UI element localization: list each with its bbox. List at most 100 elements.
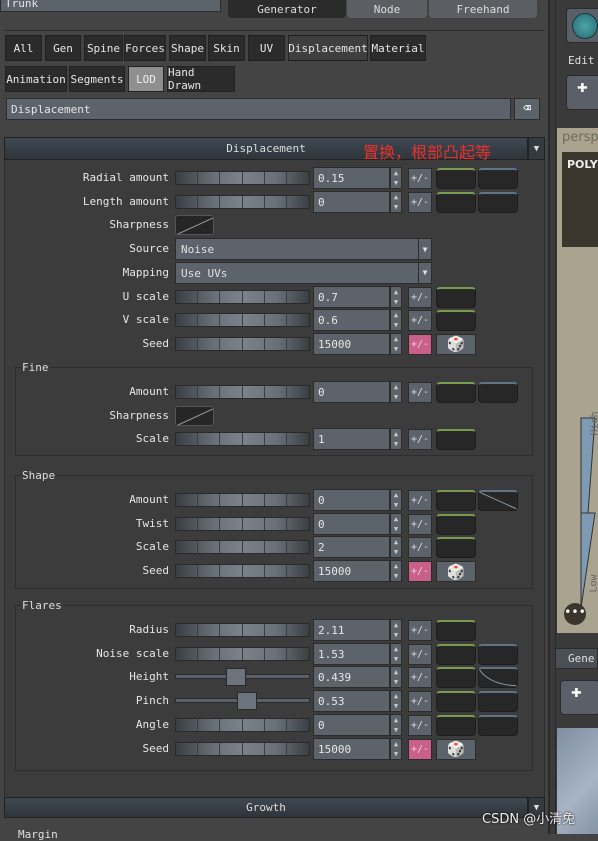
filter-tab-all[interactable]: All	[5, 35, 42, 61]
mode-tab-freehand[interactable]: Freehand	[429, 0, 537, 18]
value-input[interactable]: 0.53	[313, 690, 390, 713]
plus-minus-button[interactable]: +/-	[408, 191, 432, 213]
value-input[interactable]: 0	[313, 381, 390, 403]
section-header-displacement[interactable]: Displacement 置换，根部凸起等	[4, 137, 528, 162]
value-input[interactable]: 0	[313, 489, 390, 511]
value-input[interactable]: 15000	[313, 737, 390, 760]
mapping-dropdown[interactable]: Use UVs ▼	[175, 261, 432, 284]
value-slider[interactable]	[175, 717, 310, 732]
mode-tab-generator[interactable]: Generator	[228, 0, 346, 18]
value-slider[interactable]	[175, 171, 310, 185]
profile-curve-button[interactable]	[478, 490, 518, 511]
value-input[interactable]: 2.11	[313, 619, 390, 641]
value-input[interactable]: 0	[313, 713, 390, 736]
plus-minus-button[interactable]: +/-	[408, 333, 432, 355]
profile-curve-button[interactable]	[478, 714, 518, 736]
variation-curve-button[interactable]	[436, 513, 476, 535]
value-slider[interactable]	[175, 336, 310, 351]
spinner-arrows-icon[interactable]: ▲ ▼	[390, 167, 402, 189]
collapse-arrow-icon[interactable]: ▼	[528, 137, 545, 160]
plus-minus-button[interactable]: +/-	[408, 429, 432, 451]
filter-tab-segments[interactable]: Segments	[69, 66, 125, 92]
slider-thumb[interactable]	[236, 692, 257, 711]
profile-curve-button[interactable]	[478, 191, 518, 213]
variation-curve-button[interactable]	[436, 643, 476, 665]
source-dropdown[interactable]: Noise ▼	[175, 238, 432, 261]
add-branch-button[interactable]: ✚	[566, 75, 598, 110]
chevron-down-icon[interactable]: ▼	[418, 239, 431, 260]
filter-tab-forces[interactable]: Forces	[124, 35, 166, 61]
mode-tab-node[interactable]: Node	[347, 0, 427, 18]
spinner-arrows-icon[interactable]: ▲ ▼	[390, 489, 402, 511]
object-name-field[interactable]: Trunk	[0, 0, 221, 12]
chevron-down-icon[interactable]: ▼	[418, 262, 431, 283]
variation-curve-button[interactable]	[436, 667, 476, 689]
spinner-arrows-icon[interactable]: ▲ ▼	[390, 285, 402, 308]
plus-minus-button[interactable]: +/-	[408, 691, 432, 713]
spinner-arrows-icon[interactable]: ▲ ▼	[390, 428, 402, 451]
value-input[interactable]: 0.15	[313, 167, 390, 189]
spinner-arrows-icon[interactable]: ▲ ▼	[390, 309, 402, 332]
filter-tab-gen[interactable]: Gen	[45, 35, 81, 61]
value-input[interactable]: 0.6	[313, 309, 390, 332]
filter-tab-shape[interactable]: Shape	[169, 35, 206, 61]
globe-button[interactable]	[566, 8, 598, 43]
variation-curve-button[interactable]	[436, 691, 476, 713]
profile-curve-button[interactable]	[478, 168, 518, 189]
value-slider[interactable]	[175, 692, 310, 711]
value-slider[interactable]	[175, 432, 310, 447]
spinner-arrows-icon[interactable]: ▲ ▼	[390, 381, 402, 403]
section-header-growth[interactable]: Growth	[4, 797, 528, 818]
filter-tab-animation[interactable]: Animation	[5, 66, 67, 92]
value-input[interactable]: 1.53	[313, 642, 390, 665]
value-input[interactable]: 1	[313, 428, 390, 451]
variation-curve-button[interactable]	[436, 714, 476, 736]
value-slider[interactable]	[175, 385, 310, 399]
filter-tab-skin[interactable]: Skin	[208, 35, 245, 61]
variation-curve-button[interactable]	[436, 286, 476, 308]
randomize-seed-button[interactable]: 🎲	[436, 333, 476, 355]
plus-minus-button[interactable]: +/-	[408, 714, 432, 736]
gen-tab[interactable]: Gene	[555, 648, 598, 669]
value-slider[interactable]	[175, 623, 310, 637]
plus-minus-button[interactable]: +/-	[408, 310, 432, 332]
value-slider[interactable]	[175, 741, 310, 756]
variation-curve-button[interactable]	[436, 310, 476, 332]
value-slider[interactable]	[175, 646, 310, 661]
search-input[interactable]: Displacement	[6, 98, 511, 120]
plus-minus-button[interactable]: +/-	[408, 561, 432, 583]
filter-tab-spine[interactable]: Spine	[84, 35, 123, 61]
variation-curve-button[interactable]	[436, 429, 476, 451]
value-slider[interactable]	[175, 516, 310, 531]
sharpness-curve-swatch[interactable]	[175, 405, 214, 426]
filter-tab-hand-drawn[interactable]: Hand Drawn	[167, 66, 235, 92]
profile-curve-button[interactable]	[478, 382, 518, 403]
plus-minus-button[interactable]: +/-	[408, 537, 432, 559]
value-input[interactable]: 15000	[313, 560, 390, 583]
spinner-arrows-icon[interactable]: ▲ ▼	[390, 690, 402, 713]
variation-curve-button[interactable]	[436, 490, 476, 511]
variation-curve-button[interactable]	[436, 168, 476, 189]
more-options-icon[interactable]: •••	[564, 603, 586, 625]
slider-thumb[interactable]	[226, 668, 247, 687]
variation-curve-button[interactable]	[436, 382, 476, 403]
filter-tab-uv[interactable]: UV	[248, 35, 285, 61]
viewport[interactable]: persp POLY High Low •••	[557, 128, 598, 633]
randomize-seed-button[interactable]: 🎲	[436, 738, 476, 760]
spinner-arrows-icon[interactable]: ▲ ▼	[390, 332, 402, 355]
sharpness-curve-swatch[interactable]	[175, 215, 214, 236]
value-slider[interactable]	[175, 313, 310, 328]
plus-minus-button[interactable]: +/-	[408, 667, 432, 689]
spinner-arrows-icon[interactable]: ▲ ▼	[390, 642, 402, 665]
plus-minus-button[interactable]: +/-	[408, 643, 432, 665]
spinner-arrows-icon[interactable]: ▲ ▼	[390, 560, 402, 583]
plus-minus-button[interactable]: +/-	[408, 168, 432, 189]
spinner-arrows-icon[interactable]: ▲ ▼	[390, 619, 402, 641]
value-slider[interactable]	[175, 564, 310, 579]
value-slider[interactable]	[175, 194, 310, 209]
value-slider[interactable]	[175, 289, 310, 304]
value-input[interactable]: 2	[313, 536, 390, 559]
spinner-arrows-icon[interactable]: ▲ ▼	[390, 190, 402, 213]
spinner-arrows-icon[interactable]: ▲ ▼	[390, 666, 402, 689]
variation-curve-button[interactable]	[436, 191, 476, 213]
